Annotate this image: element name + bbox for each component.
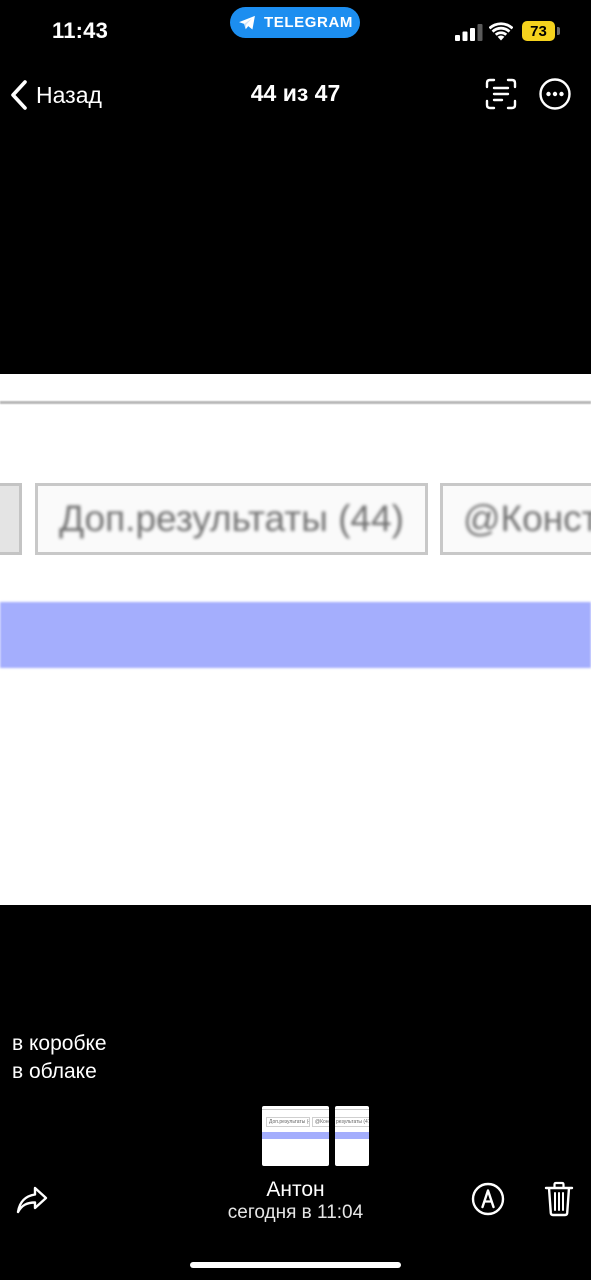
thumbnail-band xyxy=(262,1132,329,1139)
photo-cropped-button xyxy=(0,483,22,555)
photo-partial-button: @Конст xyxy=(440,483,591,555)
thumbnail-label: результаты (47 xyxy=(336,1119,369,1125)
telegram-icon xyxy=(239,15,255,29)
photo-caption: в коробке в облаке xyxy=(12,1030,107,1086)
thumbnail-current[interactable]: Доп.результаты (44) @Конс xyxy=(262,1106,329,1166)
caption-line: в коробке xyxy=(12,1032,107,1055)
trash-icon[interactable] xyxy=(544,1181,574,1217)
battery-indicator: 73 xyxy=(522,21,560,41)
photo-results-label: Доп.результаты (44) xyxy=(59,498,404,539)
more-icon[interactable] xyxy=(538,77,572,111)
cellular-signal-icon xyxy=(455,24,483,41)
thumbnail-next[interactable]: результаты (47 xyxy=(335,1106,369,1166)
caption-line: в облаке xyxy=(12,1060,97,1083)
thumbnail-label: Доп.результаты (44) xyxy=(269,1119,309,1125)
markup-icon[interactable] xyxy=(471,1182,505,1216)
photo-highlight-band xyxy=(0,602,591,668)
photo-partial-label: @Конст xyxy=(463,498,591,539)
thumbnail-label: @Конс xyxy=(315,1119,329,1125)
thumbnail-divider xyxy=(335,1109,369,1110)
thumbnail-button: результаты (47 xyxy=(335,1117,369,1127)
home-indicator[interactable] xyxy=(190,1262,401,1268)
photo-viewer[interactable]: Доп.результаты (44) @Конст xyxy=(0,374,591,905)
thumbnail-button: Доп.результаты (44) xyxy=(266,1117,310,1127)
live-text-icon[interactable] xyxy=(484,77,518,111)
telegram-label: TELEGRAM xyxy=(264,14,353,31)
wifi-icon xyxy=(489,22,513,41)
thumbnail-button: @Конс xyxy=(312,1117,329,1127)
photo-divider xyxy=(0,401,591,404)
telegram-pill[interactable]: TELEGRAM xyxy=(230,7,360,38)
status-time: 11:43 xyxy=(52,18,109,43)
photo-results-button: Доп.результаты (44) xyxy=(35,483,428,555)
thumbnail-band xyxy=(335,1132,369,1139)
thumbnail-divider xyxy=(262,1109,329,1110)
